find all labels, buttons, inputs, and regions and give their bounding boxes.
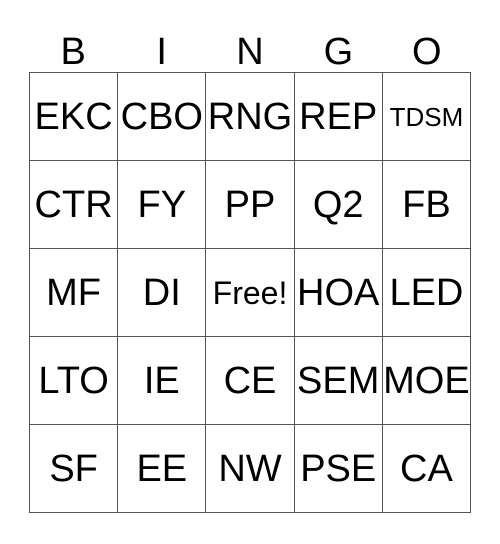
bingo-cell-o2[interactable]: FB (382, 161, 472, 249)
bingo-cell-label: MOE (383, 359, 470, 402)
bingo-cell-b1[interactable]: EKC (30, 73, 119, 161)
bingo-cell-o5[interactable]: CA (382, 425, 472, 513)
bingo-cell-o3[interactable]: LED (382, 249, 472, 337)
bingo-row-2: CTR FY PP Q2 FB (30, 161, 472, 249)
bingo-cell-n5[interactable]: NW (206, 425, 295, 513)
bingo-cell-b3[interactable]: MF (30, 249, 119, 337)
bingo-cell-i3[interactable]: DI (118, 249, 207, 337)
bingo-header-letter-b: B (60, 31, 86, 73)
bingo-cell-label: MF (46, 271, 102, 314)
bingo-cell-b5[interactable]: SF (30, 425, 119, 513)
bingo-cell-label: REP (299, 95, 378, 138)
bingo-cell-n2[interactable]: PP (206, 161, 295, 249)
bingo-cell-i1[interactable]: CBO (118, 73, 207, 161)
bingo-cell-g3[interactable]: HOA (294, 249, 383, 337)
bingo-grid: EKC CBO RNG REP TDSM CTR FY PP Q2 FB MF … (29, 72, 472, 513)
bingo-cell-o4[interactable]: MOE (382, 337, 472, 425)
bingo-row-3: MF DI Free! HOA LED (30, 249, 472, 337)
bingo-cell-label: LTO (38, 359, 109, 402)
bingo-cell-label: RNG (207, 95, 293, 138)
bingo-cell-label: DI (142, 271, 181, 314)
bingo-cell-label: SEM (297, 359, 380, 402)
bingo-cell-label: NW (218, 447, 282, 490)
bingo-cell-i4[interactable]: IE (118, 337, 207, 425)
bingo-header-row: B I N G O (29, 18, 471, 72)
bingo-cell-g1[interactable]: REP (294, 73, 383, 161)
bingo-card: B I N G O EKC CBO RNG REP TDSM CTR FY PP… (0, 0, 500, 544)
bingo-cell-free-space[interactable]: Free! (206, 249, 295, 337)
bingo-cell-label: CE (223, 359, 277, 402)
bingo-cell-label: EE (136, 447, 188, 490)
bingo-cell-b2[interactable]: CTR (30, 161, 119, 249)
bingo-cell-label: LED (389, 271, 464, 314)
bingo-cell-b4[interactable]: LTO (30, 337, 119, 425)
bingo-cell-label: CTR (34, 183, 113, 226)
bingo-header-letter-i: I (156, 31, 167, 73)
bingo-cell-g2[interactable]: Q2 (294, 161, 383, 249)
bingo-cell-label: SF (49, 447, 98, 490)
bingo-cell-label: TDSM (389, 101, 464, 132)
bingo-cell-g4[interactable]: SEM (294, 337, 383, 425)
bingo-header-letter-g: G (323, 31, 354, 73)
bingo-cell-n4[interactable]: CE (206, 337, 295, 425)
bingo-cell-label: EKC (34, 95, 113, 138)
bingo-cell-o1[interactable]: TDSM (382, 73, 472, 161)
bingo-cell-label: FB (402, 183, 451, 226)
bingo-header-letter-o: O (412, 31, 442, 73)
bingo-cell-n1[interactable]: RNG (206, 73, 295, 161)
bingo-cell-label: CBO (120, 95, 203, 138)
bingo-header-letter-n: N (236, 31, 264, 73)
bingo-cell-g5[interactable]: PSE (294, 425, 383, 513)
bingo-row-1: EKC CBO RNG REP TDSM (30, 73, 472, 161)
bingo-cell-label: HOA (297, 271, 380, 314)
bingo-cell-label: IE (143, 359, 180, 402)
bingo-row-5: SF EE NW PSE CA (30, 425, 472, 513)
bingo-cell-label: Q2 (312, 183, 364, 226)
bingo-cell-label: CA (400, 447, 453, 490)
bingo-cell-i5[interactable]: EE (118, 425, 207, 513)
bingo-free-space-label: Free! (212, 274, 288, 311)
bingo-cell-i2[interactable]: FY (118, 161, 207, 249)
bingo-cell-label: PSE (300, 447, 377, 490)
bingo-cell-label: PP (224, 183, 276, 226)
bingo-row-4: LTO IE CE SEM MOE (30, 337, 472, 425)
bingo-cell-label: FY (137, 183, 187, 226)
